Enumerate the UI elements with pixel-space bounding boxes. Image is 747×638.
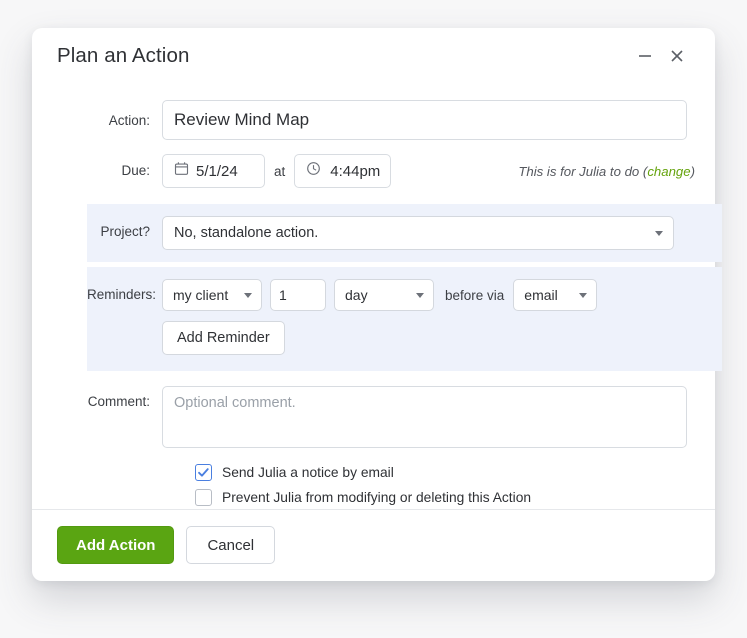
assignee-note-prefix: This is for Julia to do (: [518, 163, 648, 179]
calendar-icon: [174, 161, 189, 181]
checkbox-group: Send Julia a notice by email Prevent Jul…: [32, 464, 715, 506]
reminders-panel: Reminders: my client day before via emai…: [87, 267, 722, 371]
comment-row: Comment:: [32, 386, 715, 448]
action-row: Action:: [32, 100, 715, 140]
change-assignee-link[interactable]: change: [647, 164, 690, 179]
dialog-title: Plan an Action: [57, 44, 190, 67]
add-action-button[interactable]: Add Action: [57, 526, 175, 564]
comment-textarea[interactable]: [162, 386, 687, 448]
comment-label: Comment:: [87, 394, 150, 409]
assignee-note: This is for Julia to do (change): [518, 164, 697, 179]
dialog-body: Action: Due: 5/1/24 at: [32, 84, 722, 509]
due-row: Due: 5/1/24 at 4:44pm This is for Julia …: [32, 154, 715, 188]
chevron-down-icon: [579, 292, 588, 298]
chevron-down-icon: [244, 292, 252, 298]
action-input[interactable]: [162, 100, 687, 140]
reminder-via-select[interactable]: email: [513, 279, 598, 311]
project-select[interactable]: No, standalone action.: [162, 216, 674, 250]
reminder-unit-select[interactable]: day: [334, 279, 434, 311]
plan-an-action-dialog: Plan an Action Action: Due:: [32, 28, 722, 581]
due-label: Due:: [121, 163, 150, 179]
reminders-rows: my client day before via email Add Remin…: [162, 279, 598, 355]
due-time-field[interactable]: 4:44pm: [294, 154, 392, 188]
due-date-field[interactable]: 5/1/24: [162, 154, 265, 188]
minimize-icon[interactable]: [629, 40, 661, 72]
prevent-modify-label: Prevent Julia from modifying or deleting…: [222, 490, 532, 505]
reminder-before-via-label: before via: [445, 287, 505, 303]
project-panel: Project? No, standalone action.: [87, 204, 722, 262]
cancel-button[interactable]: Cancel: [186, 526, 276, 564]
reminder-who-value: my client: [173, 287, 229, 303]
chevron-down-icon: [655, 230, 663, 236]
reminder-unit-value: day: [345, 287, 368, 303]
reminder-who-select[interactable]: my client: [162, 279, 262, 311]
add-reminder-button[interactable]: Add Reminder: [162, 321, 285, 355]
action-label: Action:: [108, 113, 150, 128]
reminder-via-value: email: [524, 287, 558, 303]
notify-assignee-checkbox[interactable]: [195, 464, 212, 481]
close-icon[interactable]: [661, 40, 693, 72]
reminders-label: Reminders:: [87, 287, 157, 302]
dialog-titlebar: Plan an Action: [32, 28, 715, 84]
prevent-modify-checkbox-row[interactable]: Prevent Julia from modifying or deleting…: [195, 489, 715, 506]
assignee-note-suffix: ): [690, 163, 695, 179]
due-time-value: 4:44pm: [330, 162, 381, 180]
due-date-value: 5/1/24: [196, 162, 238, 180]
dialog-footer: Add Action Cancel: [32, 509, 715, 581]
reminder-amount-input[interactable]: [270, 279, 326, 311]
notify-assignee-checkbox-row[interactable]: Send Julia a notice by email: [195, 464, 715, 481]
due-at-label: at: [274, 163, 286, 179]
notify-assignee-label: Send Julia a notice by email: [222, 465, 394, 480]
prevent-modify-checkbox[interactable]: [195, 489, 212, 506]
clock-icon: [306, 161, 321, 181]
project-select-value: No, standalone action.: [174, 225, 319, 241]
project-label: Project?: [100, 224, 150, 239]
chevron-down-icon: [416, 292, 424, 298]
reminder-row: my client day before via email: [162, 279, 598, 311]
